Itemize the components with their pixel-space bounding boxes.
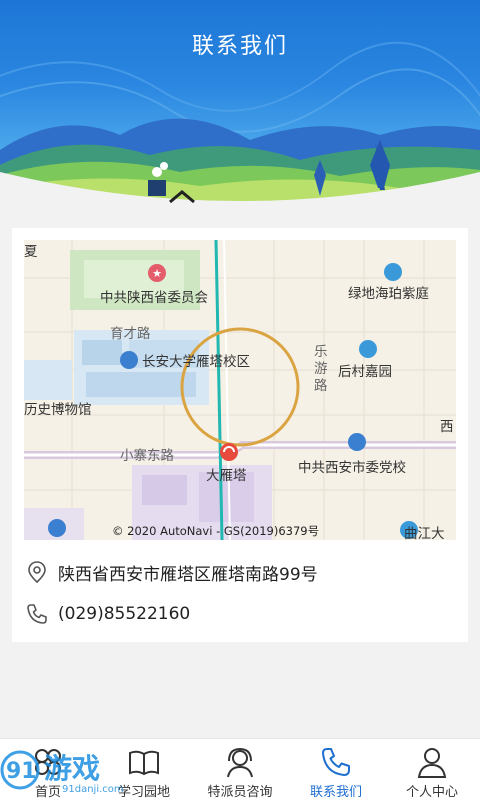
phone-icon bbox=[322, 748, 350, 776]
map-label: 绿地海珀紫庭 bbox=[348, 286, 429, 302]
tab-label: 联系我们 bbox=[309, 785, 362, 800]
map-view[interactable]: ★ 中共陕西省委员会 绿地海珀紫庭 育才路 长安大学雁塔校区 乐 游 路 后村嘉… bbox=[24, 240, 456, 540]
tab-label: 学习园地 bbox=[117, 785, 170, 800]
map-label: 长安大学雁塔校区 bbox=[142, 354, 250, 370]
tab-home[interactable]: 首页 bbox=[0, 739, 96, 800]
phone-text: (029)85522160 bbox=[58, 604, 191, 624]
map-label: 曲江大 bbox=[404, 526, 445, 540]
map-label: 中共陕西省委员会 bbox=[100, 290, 208, 306]
contact-card: ★ 中共陕西省委员会 绿地海珀紫庭 育才路 长安大学雁塔校区 乐 游 路 后村嘉… bbox=[12, 228, 468, 642]
tab-label: 特派员咨询 bbox=[207, 785, 273, 800]
map-label: 路 bbox=[314, 378, 328, 394]
app-root: 联系我们 ★ 中共陕西省委员会 绿地海珀紫庭 育才路 长安大学雁塔校区 乐 游 … bbox=[0, 0, 480, 800]
location-pin-icon bbox=[24, 559, 50, 585]
tab-study[interactable]: 学习园地 bbox=[96, 739, 192, 800]
page-title: 联系我们 bbox=[191, 34, 288, 59]
book-icon bbox=[129, 750, 159, 776]
tab-label: 个人中心 bbox=[405, 785, 458, 800]
address-text: 陕西省西安市雁塔区雁塔南路99号 bbox=[58, 564, 318, 585]
map-label: 育才路 bbox=[110, 326, 151, 342]
map-label: 大雁塔 bbox=[206, 468, 247, 484]
map-label: 小寨东路 bbox=[120, 448, 174, 464]
map-copyright: © 2020 AutoNavi - GS(2019)6379号 bbox=[112, 524, 320, 538]
home-icon bbox=[35, 749, 61, 775]
map-label: 西 bbox=[440, 419, 454, 435]
tab-contact[interactable]: 联系我们 bbox=[288, 739, 384, 800]
map-label: 夏 bbox=[24, 244, 38, 260]
phone-row[interactable]: (029)85522160 bbox=[24, 596, 456, 632]
phone-icon bbox=[24, 601, 50, 627]
address-row[interactable]: 陕西省西安市雁塔区雁塔南路99号 bbox=[24, 554, 456, 590]
svg-text:★: ★ bbox=[152, 267, 162, 280]
map-label: 中共西安市委党校 bbox=[298, 460, 406, 476]
map-label: 历史博物馆 bbox=[24, 402, 92, 418]
headset-icon bbox=[227, 747, 253, 778]
tab-profile[interactable]: 个人中心 bbox=[384, 739, 480, 800]
map-label: 后村嘉园 bbox=[338, 364, 392, 380]
user-icon bbox=[417, 748, 447, 778]
bottom-tab-bar: 首页 学习园地 特派员咨询 联系我们 个人中心 bbox=[0, 738, 480, 800]
tab-consult[interactable]: 特派员咨询 bbox=[192, 739, 288, 800]
header-banner: 联系我们 bbox=[0, 0, 480, 210]
tab-label: 首页 bbox=[34, 785, 61, 800]
